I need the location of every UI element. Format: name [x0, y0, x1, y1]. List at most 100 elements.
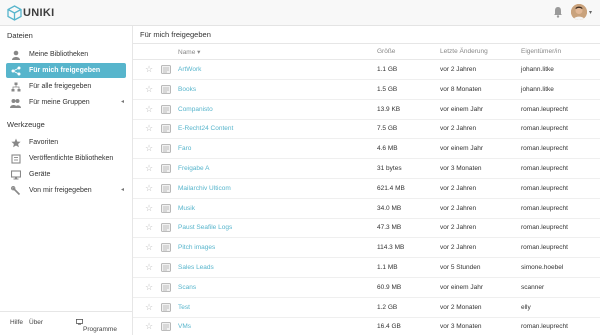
- star-outline-icon[interactable]: ☆: [145, 144, 153, 153]
- table-row[interactable]: ☆ Scans 60.9 MB vor einem Jahr scanner: [133, 278, 600, 298]
- library-name-link[interactable]: Freigabe A: [178, 165, 209, 172]
- sidebar-item-label: Für alle freigegeben: [29, 83, 92, 90]
- table-row[interactable]: ☆ Faro 4.6 MB vor einem Jahr roman.leuprecht: [133, 139, 600, 160]
- shared-library-icon: [161, 302, 171, 312]
- star-outline-icon[interactable]: ☆: [145, 104, 153, 114]
- sidebar-item-published-libraries[interactable]: Veröffentlichte Bibliotheken: [6, 151, 126, 166]
- table-row[interactable]: ☆ Test 1.2 GB vor 2 Monaten elly: [133, 298, 600, 318]
- table-row[interactable]: ☆ VMs 16.4 GB vor 3 Monaten roman.leuprecht: [133, 317, 600, 335]
- modified-cell: vor 2 Jahren: [440, 125, 477, 133]
- share-icon: [10, 65, 21, 76]
- sidebar: Dateien Meine Bibliotheken Für mich frei…: [0, 26, 133, 335]
- modified-cell: vor 3 Monaten: [440, 165, 482, 172]
- star-outline-icon[interactable]: ☆: [145, 124, 153, 133]
- column-header-size[interactable]: Größe: [377, 48, 395, 55]
- table-row[interactable]: ☆ Books 1.5 GB vor 8 Monaten johann.litke: [133, 80, 600, 100]
- modified-cell: vor einem Jahr: [440, 105, 483, 113]
- library-name-link[interactable]: Sales Leads: [178, 264, 214, 271]
- owner-cell: scanner: [521, 283, 545, 291]
- owner-cell: johann.litke: [521, 85, 554, 93]
- help-link[interactable]: Hilfe: [10, 319, 23, 326]
- chevron-left-icon[interactable]: ◂: [121, 186, 124, 193]
- star-icon: [10, 137, 21, 148]
- sidebar-item-shared-with-me[interactable]: Für mich freigegeben: [6, 63, 126, 78]
- owner-cell: roman.leuprecht: [521, 145, 568, 153]
- sidebar-item-my-libraries[interactable]: Meine Bibliotheken: [6, 47, 126, 62]
- column-header-name[interactable]: Name ▾: [178, 48, 200, 56]
- table-row[interactable]: ☆ E-Recht24 Content 7.5 GB vor 2 Jahren roma…: [133, 119, 600, 140]
- star-outline-icon[interactable]: ☆: [145, 282, 153, 292]
- star-outline-icon[interactable]: ☆: [145, 302, 153, 312]
- modified-cell: vor 2 Jahren: [440, 66, 477, 73]
- sort-down-icon: ▾: [197, 49, 201, 56]
- owner-cell: roman.leuprecht: [521, 184, 568, 192]
- library-name-link[interactable]: VMs: [178, 323, 191, 330]
- chevron-left-icon[interactable]: ◂: [121, 98, 124, 105]
- size-cell: 47.3 MB: [377, 224, 402, 232]
- owner-cell: roman.leuprecht: [521, 204, 568, 212]
- sidebar-footer: Hilfe Über Programme: [0, 311, 132, 335]
- star-outline-icon[interactable]: ☆: [145, 164, 153, 173]
- library-name-link[interactable]: Musik: [178, 205, 195, 212]
- library-name-link[interactable]: Scans: [178, 284, 196, 291]
- library-name-link[interactable]: Test: [178, 304, 190, 311]
- library-name-link[interactable]: Books: [178, 86, 196, 93]
- column-header-modified[interactable]: Letzte Änderung: [440, 48, 488, 55]
- programs-link[interactable]: Programme: [76, 319, 117, 333]
- sidebar-item-my-groups[interactable]: Für meine Gruppen ◂: [6, 95, 126, 110]
- star-outline-icon[interactable]: ☆: [145, 322, 153, 331]
- size-cell: 16.4 GB: [377, 323, 401, 331]
- sidebar-item-devices[interactable]: Geräte: [6, 167, 126, 182]
- size-cell: 1.1 GB: [377, 66, 398, 73]
- library-name-link[interactable]: Pitch images: [178, 244, 215, 251]
- owner-cell: roman.leuprecht: [521, 105, 568, 113]
- shared-library-icon: [161, 223, 171, 233]
- shared-library-icon: [161, 164, 171, 173]
- star-outline-icon[interactable]: ☆: [145, 84, 153, 94]
- section-title-files: Dateien: [7, 31, 33, 40]
- sidebar-item-favorites[interactable]: Favoriten: [6, 135, 126, 150]
- avatar[interactable]: [571, 4, 587, 20]
- size-cell: 1.2 GB: [377, 303, 398, 311]
- star-outline-icon[interactable]: ☆: [145, 243, 153, 252]
- modified-cell: vor 2 Jahren: [440, 184, 477, 192]
- shared-library-icon: [161, 263, 171, 272]
- table-row[interactable]: ☆ Mailarchiv Ulticom 621.4 MB vor 2 Jahren r…: [133, 179, 600, 199]
- modified-cell: vor 2 Jahren: [440, 204, 477, 212]
- owner-cell: roman.leuprecht: [521, 125, 568, 133]
- star-outline-icon[interactable]: ☆: [145, 203, 153, 213]
- size-cell: 621.4 MB: [377, 184, 405, 192]
- about-link[interactable]: Über: [29, 319, 43, 326]
- section-title-tools: Werkzeuge: [7, 120, 45, 129]
- library-name-link[interactable]: Paust Seafile Logs: [178, 224, 232, 231]
- column-header-owner[interactable]: Eigentümer/in: [521, 48, 561, 55]
- star-outline-icon[interactable]: ☆: [145, 263, 153, 272]
- column-header-name-label: Name: [178, 49, 196, 56]
- star-outline-icon[interactable]: ☆: [145, 65, 153, 74]
- library-name-link[interactable]: E-Recht24 Content: [178, 125, 233, 132]
- table-row[interactable]: ☆ ArtWork 1.1 GB vor 2 Jahren johann.litke: [133, 60, 600, 80]
- library-name-link[interactable]: ArtWork: [178, 66, 201, 73]
- table-row[interactable]: ☆ Sales Leads 1.1 MB vor 5 Stunden simone.ho…: [133, 258, 600, 278]
- bell-icon[interactable]: [553, 6, 563, 18]
- sidebar-item-label: Veröffentlichte Bibliotheken: [29, 155, 114, 162]
- brand-logo[interactable]: UNIKI: [7, 4, 54, 22]
- table-row[interactable]: ☆ Pitch images 114.3 MB vor 2 Jahren roman.l…: [133, 238, 600, 259]
- table-row[interactable]: ☆ Paust Seafile Logs 47.3 MB vor 2 Jahren ro…: [133, 218, 600, 239]
- library-name-link[interactable]: Faro: [178, 145, 191, 152]
- library-name-link[interactable]: Mailarchiv Ulticom: [178, 185, 231, 192]
- star-outline-icon[interactable]: ☆: [145, 223, 153, 232]
- size-cell: 114.3 MB: [377, 244, 405, 252]
- sidebar-item-shared-by-me[interactable]: Von mir freigegeben ◂: [6, 183, 126, 198]
- table-row[interactable]: ☆ Companisto 13.9 KB vor einem Jahr roman.le…: [133, 100, 600, 120]
- sidebar-item-shared-with-all[interactable]: Für alle freigegeben: [6, 79, 126, 94]
- table-row[interactable]: ☆ Musik 34.0 MB vor 2 Jahren roman.leuprecht: [133, 199, 600, 219]
- owner-cell: simone.hoebel: [521, 264, 564, 271]
- library-name-link[interactable]: Companisto: [178, 106, 213, 113]
- table-row[interactable]: ☆ Freigabe A 31 bytes vor 3 Monaten roman.le…: [133, 159, 600, 179]
- user-icon: [10, 49, 21, 60]
- star-outline-icon[interactable]: ☆: [145, 183, 153, 193]
- modified-cell: vor 2 Jahren: [440, 244, 477, 252]
- book-icon: [10, 153, 21, 164]
- chevron-down-icon[interactable]: ▾: [589, 9, 592, 16]
